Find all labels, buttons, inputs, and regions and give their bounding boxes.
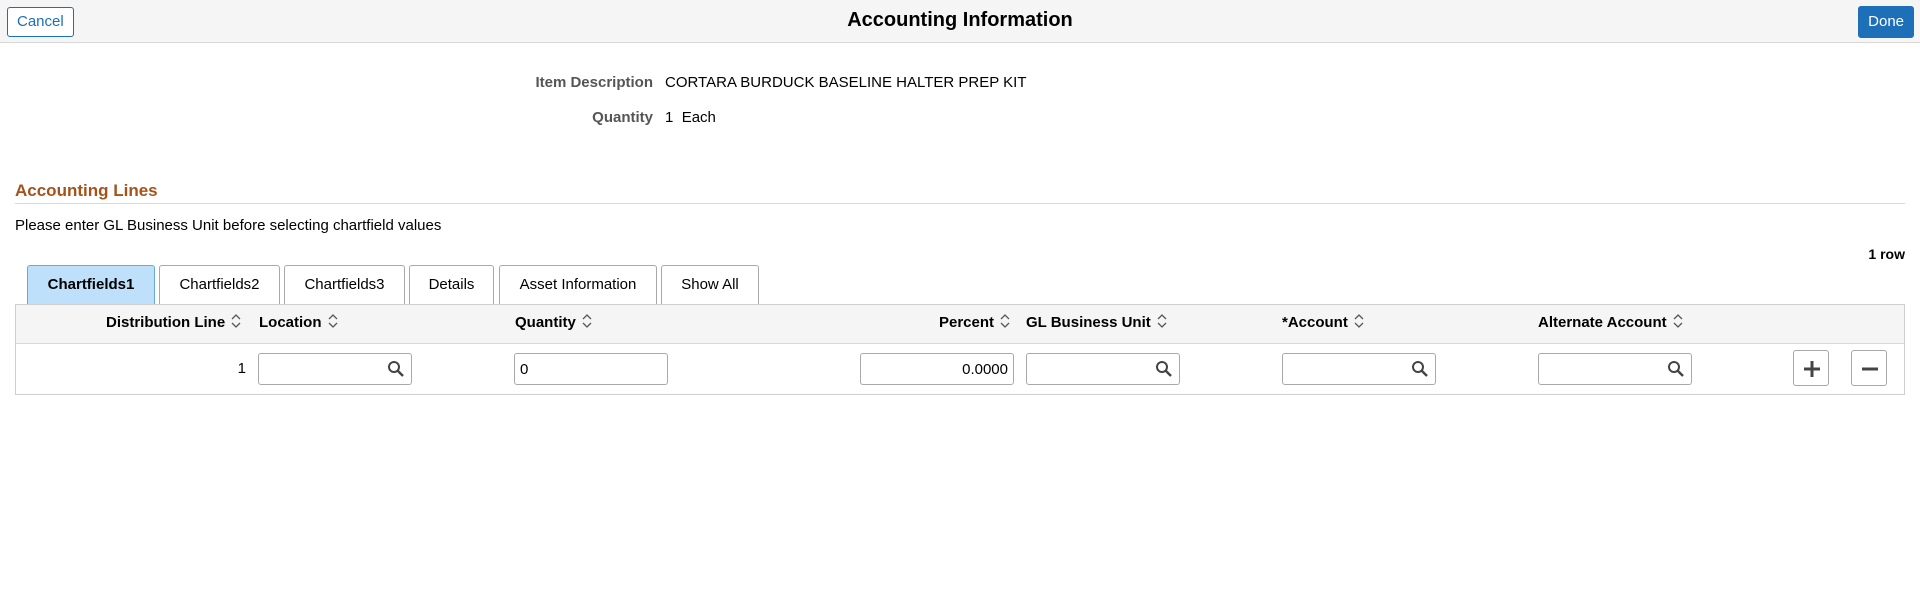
account-field[interactable]	[1282, 353, 1436, 385]
grid-header: Distribution Line Location Quantity Perc…	[16, 305, 1904, 344]
column-header-label: Alternate Account	[1538, 314, 1667, 331]
column-header-label: GL Business Unit	[1026, 314, 1151, 331]
delete-row-button[interactable]	[1851, 350, 1887, 386]
column-header-alternate-account[interactable]: Alternate Account	[1538, 314, 1683, 332]
minus-icon	[1862, 367, 1878, 371]
search-icon[interactable]	[1411, 360, 1429, 378]
sort-icon[interactable]	[1354, 314, 1364, 332]
instruction-text: Please enter GL Business Unit before sel…	[15, 217, 442, 234]
section-divider	[15, 203, 1905, 204]
tab-details[interactable]: Details	[409, 265, 494, 305]
accounting-lines-grid: Distribution Line Location Quantity Perc…	[15, 304, 1905, 395]
tab-asset-information[interactable]: Asset Information	[499, 265, 657, 305]
column-header-percent[interactable]: Percent	[939, 314, 1010, 332]
column-header-label: Percent	[939, 314, 995, 331]
gl-business-unit-field[interactable]	[1026, 353, 1180, 385]
sort-icon[interactable]	[1000, 314, 1010, 332]
sort-icon[interactable]	[1673, 314, 1683, 332]
quantity-unit: Each	[681, 109, 716, 126]
column-header-account[interactable]: *Account	[1282, 314, 1364, 332]
tab-chartfields3[interactable]: Chartfields3	[284, 265, 405, 305]
accounting-lines-title: Accounting Lines	[15, 181, 158, 200]
tab-chartfields1[interactable]: Chartfields1	[27, 265, 155, 305]
column-header-distribution-line[interactable]: Distribution Line	[106, 314, 241, 332]
done-button[interactable]: Done	[1858, 6, 1914, 38]
sort-icon[interactable]	[1157, 314, 1167, 332]
quantity-input[interactable]	[514, 353, 668, 385]
search-icon[interactable]	[1155, 360, 1173, 378]
row-count: 1 row	[1868, 246, 1905, 262]
sort-icon[interactable]	[231, 314, 241, 332]
sort-icon[interactable]	[582, 314, 592, 332]
alternate-account-field[interactable]	[1538, 353, 1692, 385]
plus-icon	[1804, 361, 1820, 377]
item-description-label: Item Description	[535, 74, 653, 91]
tab-chartfields2[interactable]: Chartfields2	[159, 265, 280, 305]
top-bar: Cancel Accounting Information Done	[0, 0, 1920, 43]
column-header-gl-business-unit[interactable]: GL Business Unit	[1026, 314, 1167, 332]
location-field[interactable]	[258, 353, 412, 385]
percent-input[interactable]	[860, 353, 1014, 385]
search-icon[interactable]	[387, 360, 405, 378]
quantity-value-group: 1 Each	[665, 109, 716, 126]
quantity-value: 1	[665, 109, 674, 126]
add-row-button[interactable]	[1793, 350, 1829, 386]
quantity-label: Quantity	[592, 109, 653, 126]
search-icon[interactable]	[1667, 360, 1685, 378]
sort-icon[interactable]	[328, 314, 338, 332]
item-description-value: CORTARA BURDUCK BASELINE HALTER PREP KIT	[665, 74, 1027, 91]
distribution-line-value: 1	[237, 360, 246, 377]
column-header-label: *Account	[1282, 314, 1348, 331]
page-title: Accounting Information	[847, 9, 1073, 31]
column-header-label: Distribution Line	[106, 314, 226, 331]
column-header-quantity[interactable]: Quantity	[515, 314, 592, 332]
column-header-label: Quantity	[515, 314, 576, 331]
column-header-label: Location	[259, 314, 322, 331]
column-header-location[interactable]: Location	[259, 314, 338, 332]
tab-show-all[interactable]: Show All	[661, 265, 759, 305]
